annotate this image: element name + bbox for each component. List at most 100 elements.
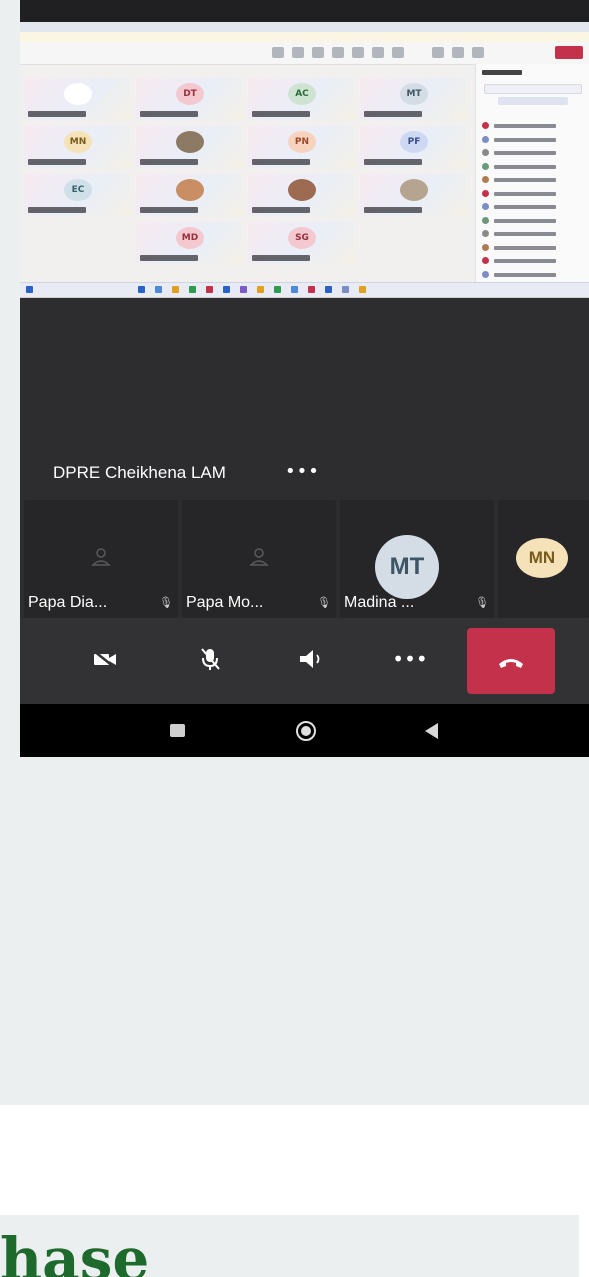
avatar: PN [288,131,316,153]
share-icon [472,47,484,58]
shared-screen-toolbar [20,42,589,65]
participant-row-label [494,272,556,277]
call-controls: ••• [20,618,589,704]
video-grid: DT AC MT MN PN PF EC MD SG [24,78,469,288]
participant-row-label [494,137,556,142]
taskbar-app-icon [308,286,315,293]
camera-off-icon [93,650,116,668]
participant-row-label [494,191,556,196]
person-icon [91,548,111,566]
taskbar-app-icon [359,286,366,293]
participant-dot [482,230,489,237]
video-tile [136,174,244,216]
video-tile [360,174,468,216]
speaker-button[interactable] [282,630,342,688]
participants-search [484,84,582,94]
video-tile-name [252,207,310,213]
camera-icon [432,47,444,58]
mic-off-icon [201,648,220,670]
article-heading-box: hase [0,1215,579,1277]
chat-icon [272,47,284,58]
participant-row [482,203,582,211]
camera-toggle-button[interactable] [75,630,135,688]
avatar: EC [64,179,92,201]
participant-name: Madina ... [344,594,415,611]
avatar [176,131,204,153]
windows-start-icon [26,286,33,293]
participant-name: Papa Mo... [186,594,264,611]
participant-row [482,257,582,265]
participant-row [482,270,582,279]
speaker-icon [300,650,320,668]
participant-row [482,149,582,157]
video-tile-name [28,111,86,117]
participant-dot [482,176,489,183]
taskbar-app-icon [257,286,264,293]
avatar: MN [64,131,92,153]
taskbar-app-icon [138,286,145,293]
mic-off-icon: 🎙 [317,596,331,609]
participant-row-label [494,259,556,263]
participant-tile[interactable]: MT Madina ... 🎙 [340,500,494,618]
participants-panel-title [482,70,522,75]
home-icon[interactable] [294,719,318,743]
shared-screen-banner [20,32,589,42]
video-tile-name [364,111,422,117]
video-tile-name [140,255,198,261]
people-icon [292,47,304,58]
mic-off-icon: 🎙 [159,596,173,609]
avatar [64,83,92,105]
video-tile: MD [136,222,244,264]
video-tile-name [364,207,422,213]
taskbar-app-icon [172,286,179,293]
view-icon [352,47,364,58]
more-options-button[interactable]: ••• [380,630,440,688]
avatar [400,179,428,201]
participant-row-label [494,151,556,155]
participant-name: Papa Dia... [28,594,108,611]
mic-icon [452,47,464,58]
video-tile-name [252,111,310,117]
video-tile-name [28,207,86,213]
participant-dot [482,203,489,210]
android-navbar [20,704,589,757]
avatar: PF [400,131,428,153]
more-icon [392,47,404,58]
video-tile-name [252,255,310,261]
raise-hand-icon [312,47,324,58]
participant-tile[interactable]: Papa Mo... 🎙 [182,500,336,618]
participant-row-label [494,164,556,169]
end-call-icon [499,659,523,668]
video-tile-name [140,159,198,165]
back-icon[interactable] [422,721,440,741]
end-call-button[interactable] [467,628,555,694]
participant-row-label [494,205,556,209]
video-tile: AC [248,78,356,120]
windows-taskbar [20,282,589,297]
participant-dot [482,243,489,251]
video-tile: MN [24,126,132,168]
video-tile: EC [24,174,132,216]
taskbar-app-icon [325,286,332,293]
avatar: MN [516,538,568,578]
taskbar-app-icon [342,286,349,293]
taskbar-app-icon [291,286,298,293]
avatar: MT [400,83,428,105]
taskbar-app-icon [240,286,247,293]
phone-screenshot: DT AC MT MN PN PF EC MD SG DPRE Cheikhena LAM ••… [20,0,589,757]
recents-icon[interactable] [170,724,185,737]
participant-row [482,135,582,144]
participant-row-label [494,178,556,182]
taskbar-app-icon [223,286,230,293]
video-tile-name [252,159,310,165]
participant-row-label [494,245,556,250]
participant-tile[interactable]: MN [498,500,589,618]
react-icon [332,47,344,58]
participant-tile[interactable]: Papa Dia... 🎙 [24,500,178,618]
shared-screen: DT AC MT MN PN PF EC MD SG [20,22,589,298]
mic-toggle-button[interactable] [180,630,240,688]
participant-row-label [494,124,556,128]
participant-dot [482,162,489,170]
speaker-more-button[interactable]: ••• [285,461,320,482]
video-tile [248,174,356,216]
